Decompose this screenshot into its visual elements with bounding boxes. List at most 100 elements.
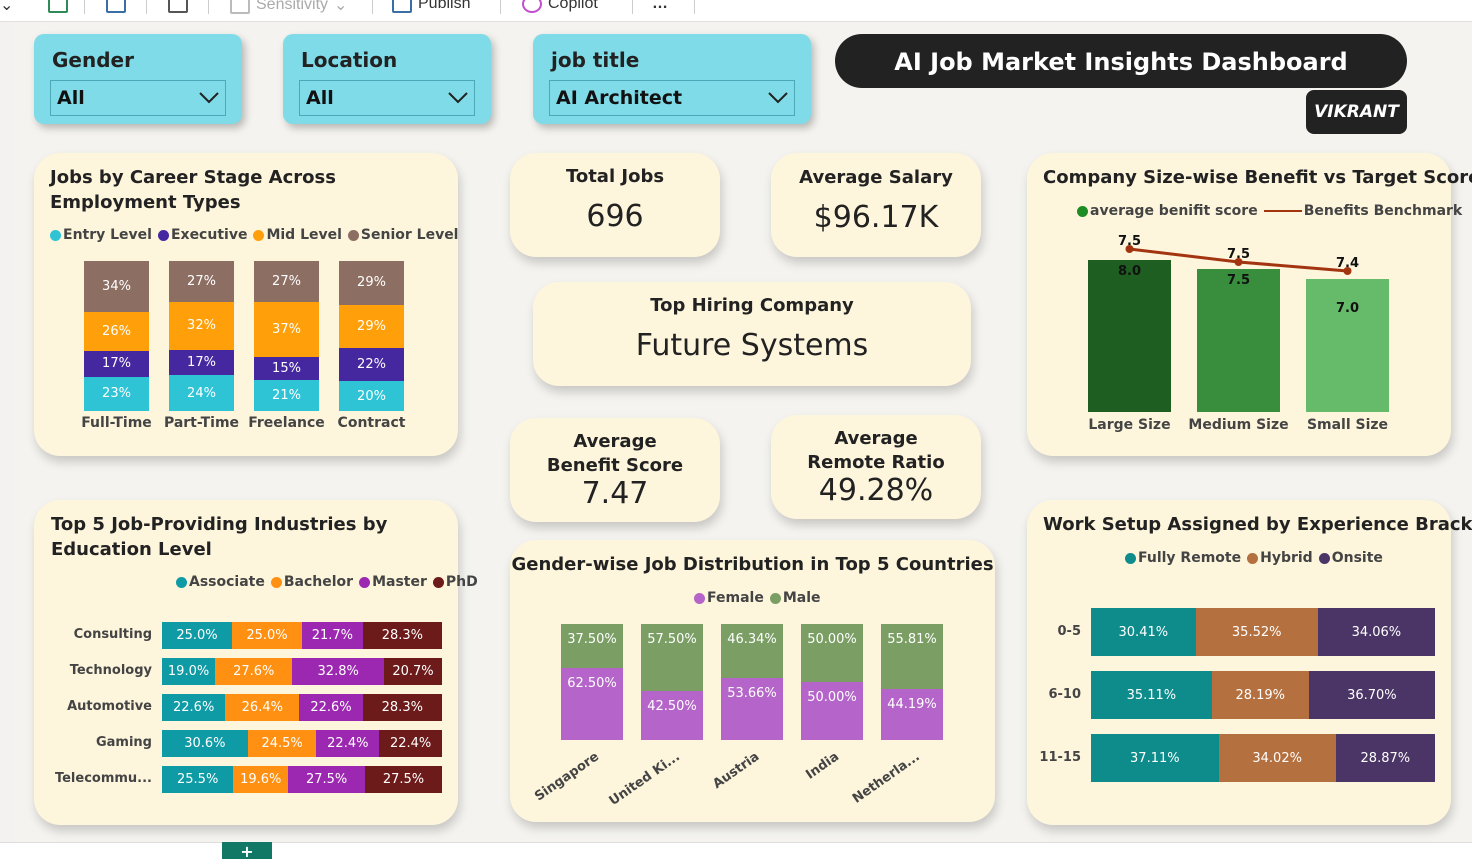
stacked-bar[interactable]: 44.19% 55.81% [881, 624, 943, 740]
bar-segment[interactable]: 37% [254, 301, 319, 357]
stacked-bar[interactable]: 37.11% 34.02% 28.87% [1091, 734, 1435, 782]
bar-segment[interactable]: 50.00% [801, 682, 863, 740]
bar-segment[interactable]: 28.19% [1211, 671, 1309, 719]
bar-segment[interactable]: 46.34% [721, 624, 783, 678]
bar-segment[interactable]: 27.5% [365, 766, 442, 793]
copilot-button[interactable]: Copilot [522, 0, 598, 13]
bar-segment[interactable]: 24.5% [247, 730, 317, 757]
new-visual-icon[interactable] [106, 0, 126, 13]
sensitivity-button[interactable]: Sensitivity ⌄ [230, 0, 347, 15]
stacked-bar[interactable]: 20% 22% 29% 29% [339, 261, 404, 411]
work-setup-chart-card[interactable]: Work Setup Assigned by Experience Bracke… [1027, 500, 1472, 825]
bar-segment[interactable]: 22.6% [299, 694, 363, 721]
bar-segment[interactable]: 20.7% [384, 658, 442, 685]
bar-segment[interactable]: 15% [254, 357, 319, 380]
bar-segment[interactable]: 25.0% [162, 622, 232, 649]
bar-segment[interactable]: 32% [169, 301, 234, 350]
bar-segment[interactable]: 24% [169, 375, 234, 411]
bar-segment[interactable]: 53.66% [721, 677, 783, 740]
bar-segment[interactable]: 17% [84, 351, 149, 377]
bar-segment[interactable]: 32.8% [292, 658, 385, 685]
bar-segment[interactable]: 28.3% [362, 694, 442, 721]
stacked-bar[interactable]: 62.50% 37.50% [561, 624, 623, 740]
bar-segment[interactable]: 28.3% [362, 622, 442, 649]
bar-segment[interactable]: 19.0% [162, 658, 216, 685]
gender-country-chart-card[interactable]: Gender-wise Job Distribution in Top 5 Co… [510, 540, 995, 822]
bar-segment[interactable]: 29% [339, 261, 404, 305]
stacked-bar[interactable]: 42.50% 57.50% [641, 624, 703, 740]
bar-segment[interactable]: 27.5% [288, 766, 366, 793]
bar-segment[interactable]: 34.06% [1317, 608, 1435, 656]
bar-segment[interactable]: 37.50% [561, 624, 623, 668]
bar-segment[interactable]: 62.50% [561, 667, 623, 740]
stacked-bar[interactable]: 24% 17% 32% 27% [169, 261, 234, 411]
stacked-bar[interactable]: 30.41% 35.52% 34.06% [1091, 608, 1435, 656]
bar-segment[interactable]: 42.50% [641, 690, 703, 740]
legend-item[interactable]: Mid Level [253, 227, 342, 243]
bar-segment[interactable]: 26% [84, 312, 149, 351]
bar-segment[interactable]: 22.4% [316, 730, 380, 757]
stacked-bar[interactable]: 35.11% 28.19% 36.70% [1091, 671, 1435, 719]
publish-button[interactable]: Publish [392, 0, 470, 13]
bar-segment[interactable]: 20% [339, 381, 404, 411]
bar-segment[interactable]: 28.87% [1335, 734, 1435, 782]
legend-item[interactable]: Executive [157, 227, 247, 243]
legend-item[interactable]: Master [359, 574, 427, 590]
bar-segment[interactable]: 34% [84, 261, 149, 312]
bar-segment[interactable]: 17% [169, 349, 234, 375]
legend-item[interactable]: Onsite [1318, 550, 1383, 566]
bar-segment[interactable]: 19.6% [233, 766, 289, 793]
bar-segment[interactable]: 30.6% [162, 730, 248, 757]
more-options-icon[interactable]: … [652, 0, 668, 13]
legend-item[interactable]: Female [694, 590, 764, 606]
stacked-bar[interactable]: 25.5% 19.6% 27.5% 27.5% [162, 766, 442, 793]
legend-item[interactable]: PhD [432, 574, 478, 590]
bar-segment[interactable]: 35.11% [1091, 671, 1212, 719]
job-title-dropdown[interactable]: AI Architect [549, 80, 795, 116]
bar-segment[interactable]: 27.6% [215, 658, 293, 685]
stacked-bar[interactable]: 30.6% 24.5% 22.4% 22.4% [162, 730, 442, 757]
location-dropdown[interactable]: All [299, 80, 475, 116]
legend-item[interactable]: Senior Level [347, 227, 458, 243]
stacked-bar[interactable]: 50.00% 50.00% [801, 624, 863, 740]
bar-segment[interactable]: 35.52% [1195, 608, 1318, 656]
stacked-bar[interactable]: 22.6% 26.4% 22.6% 28.3% [162, 694, 442, 721]
bar-segment[interactable]: 30.41% [1091, 608, 1196, 656]
stacked-bar[interactable]: 19.0% 27.6% 32.8% 20.7% [162, 658, 442, 685]
table-icon[interactable] [168, 0, 188, 13]
industries-chart-card[interactable]: Top 5 Job-Providing Industries by Educat… [34, 500, 478, 825]
bar-segment[interactable]: 50.00% [801, 624, 863, 682]
bar-segment[interactable]: 34.02% [1218, 734, 1336, 782]
bar-segment[interactable]: 26.4% [225, 694, 300, 721]
bar-segment[interactable]: 27% [169, 261, 234, 302]
legend-item[interactable]: Associate [176, 574, 265, 590]
chevron-down-icon[interactable]: ⌄ [0, 0, 13, 15]
legend-item[interactable]: Hybrid [1247, 550, 1313, 566]
bar-segment[interactable]: 21.7% [302, 622, 363, 649]
bar-segment[interactable]: 25.0% [232, 622, 302, 649]
company-size-chart-card[interactable]: Company Size-wise Benefit vs Target Scor… [1027, 153, 1472, 456]
career-stage-chart-card[interactable]: Jobs by Career Stage Across Employment T… [34, 153, 458, 456]
bar-segment[interactable]: 22% [339, 348, 404, 381]
stacked-bar[interactable]: 23% 17% 26% 34% [84, 261, 149, 411]
bar-segment[interactable]: 55.81% [881, 624, 943, 689]
bar-segment[interactable]: 22.4% [379, 730, 442, 757]
bar-segment[interactable]: 21% [254, 379, 319, 411]
legend-item[interactable]: Fully Remote [1125, 550, 1241, 566]
add-page-button[interactable]: + [222, 842, 272, 859]
bar-segment[interactable]: 22.6% [162, 694, 226, 721]
bar-segment[interactable]: 57.50% [641, 624, 703, 691]
bar-segment[interactable]: 36.70% [1308, 671, 1435, 719]
legend-item[interactable]: Bachelor [270, 574, 353, 590]
bar-segment[interactable]: 29% [339, 304, 404, 348]
bar-segment[interactable]: 44.19% [881, 688, 943, 740]
stacked-bar[interactable]: 53.66% 46.34% [721, 624, 783, 740]
legend-item[interactable]: Entry Level [50, 227, 152, 243]
refresh-icon[interactable] [48, 0, 68, 13]
bar-segment[interactable]: 37.11% [1091, 734, 1219, 782]
gender-dropdown[interactable]: All [50, 80, 226, 116]
bar-segment[interactable]: 27% [254, 261, 319, 302]
stacked-bar[interactable]: 21% 15% 37% 27% [254, 261, 319, 411]
legend-item[interactable]: Male [769, 590, 821, 606]
bar-segment[interactable]: 25.5% [162, 766, 234, 793]
